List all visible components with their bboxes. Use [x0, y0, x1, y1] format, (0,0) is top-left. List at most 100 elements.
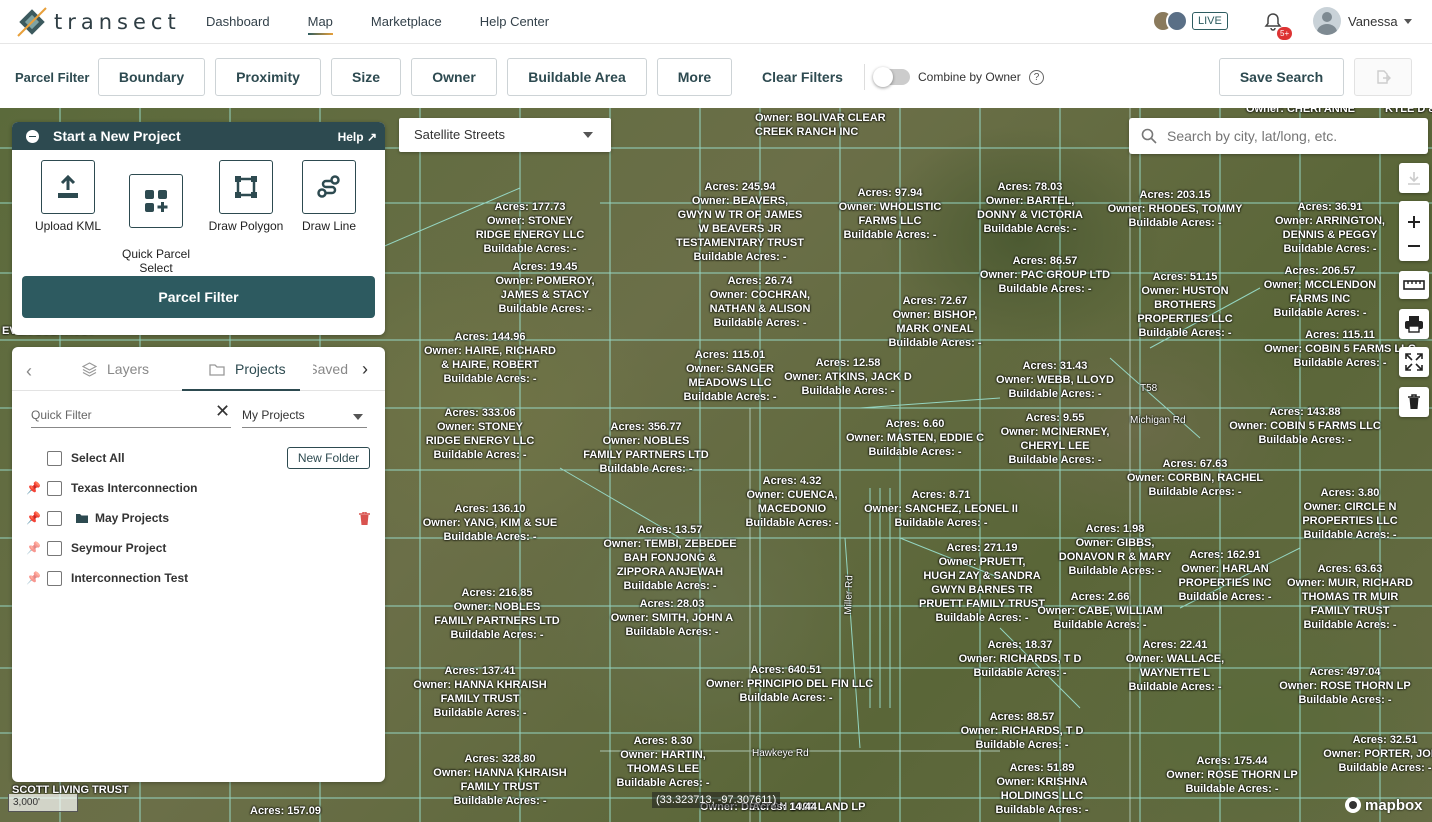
trash-icon[interactable]	[359, 511, 370, 525]
parcel-label[interactable]: Acres: 333.06 Owner: STONEY RIDGE ENERGY…	[400, 406, 560, 462]
print-button[interactable]	[1399, 309, 1429, 339]
user-menu[interactable]: Vanessa	[1313, 7, 1412, 35]
parcel-label[interactable]: Acres: 32.51 Owner: PORTER, JOHN Buildab…	[1305, 733, 1432, 775]
parcel-label-fragment[interactable]: Owner: BOLIVAR CLEAR CREEK RANCH INC	[755, 111, 886, 139]
download-button[interactable]	[1399, 163, 1429, 193]
parcel-label-fragment[interactable]: Owner: CHERI ANNE	[1246, 108, 1355, 116]
nav-marketplace[interactable]: Marketplace	[371, 14, 442, 29]
size-filter-button[interactable]: Size	[331, 58, 401, 96]
export-button[interactable]	[1354, 58, 1412, 96]
parcel-label[interactable]: Acres: 13.57 Owner: TEMBI, ZEBEDEE BAH F…	[590, 523, 750, 593]
collapse-icon[interactable]	[26, 129, 39, 143]
parcel-label[interactable]: Acres: 9.55 Owner: MCINERNEY, CHERYL LEE…	[975, 411, 1135, 467]
parcel-label[interactable]: Acres: 3.80 Owner: CIRCLE N PROPERTIES L…	[1270, 486, 1430, 542]
parcel-label[interactable]: Acres: 356.77 Owner: NOBLES FAMILY PARTN…	[566, 420, 726, 476]
zoom-out-icon[interactable]	[1407, 244, 1421, 248]
parcel-label[interactable]: Acres: 177.73 Owner: STONEY RIDGE ENERGY…	[450, 200, 610, 256]
parcel-label[interactable]: Acres: 78.03 Owner: BARTEL, DONNY & VICT…	[950, 180, 1110, 236]
map-search-input[interactable]	[1167, 128, 1407, 144]
clear-filter-icon[interactable]: ✕	[215, 401, 230, 422]
new-folder-button[interactable]: New Folder	[287, 447, 370, 469]
boundary-filter-button[interactable]: Boundary	[98, 58, 205, 96]
project-row[interactable]: 📌 Seymour Project	[12, 537, 385, 559]
help-link[interactable]: Help ↗	[338, 130, 377, 144]
chevron-right-icon[interactable]: ›	[362, 359, 368, 380]
tab-saved[interactable]: Saved	[313, 361, 348, 377]
live-collaborators[interactable]: LIVE	[1152, 10, 1228, 32]
parcel-label[interactable]: Acres: 63.63 Owner: MUIR, RICHARD THOMAS…	[1270, 562, 1430, 632]
draw-line-tool[interactable]: Draw Line	[294, 160, 364, 233]
nav-map[interactable]: Map	[307, 14, 334, 35]
upload-kml-tool[interactable]: Upload KML	[28, 160, 108, 233]
map-search[interactable]	[1129, 118, 1428, 154]
parcel-filter-button[interactable]: Parcel Filter	[22, 276, 375, 318]
parcel-label[interactable]: Acres: 86.57 Owner: PAC GROUP LTD Builda…	[965, 254, 1125, 296]
project-scope-select[interactable]: My Projects	[242, 403, 367, 428]
combine-by-owner-toggle[interactable]	[873, 67, 910, 87]
parcel-label[interactable]: Acres: 115.11 Owner: COBIN 5 FARMS LLC B…	[1260, 328, 1420, 370]
parcel-label[interactable]: Acres: 143.88 Owner: COBIN 5 FARMS LLC B…	[1225, 405, 1385, 447]
parcel-label[interactable]: Acres: 51.89 Owner: KRISHNA HOLDINGS LLC…	[962, 761, 1122, 817]
project-checkbox[interactable]	[47, 570, 62, 586]
parcel-label[interactable]: Acres: 36.91 Owner: ARRINGTON, DENNIS & …	[1250, 200, 1410, 256]
help-icon[interactable]: ?	[1029, 70, 1044, 85]
parcel-label[interactable]: Acres: 22.41 Owner: WALLACE, WAYNETTE L …	[1095, 638, 1255, 694]
pin-outline-icon[interactable]: 📌	[26, 571, 41, 585]
parcel-label[interactable]: Acres: 8.71 Owner: SANCHEZ, LEONEL II Bu…	[861, 488, 1021, 530]
parcel-label-fragment[interactable]: Acres: 157.09	[250, 804, 321, 818]
parcel-label[interactable]: Acres: 216.85 Owner: NOBLES FAMILY PARTN…	[417, 586, 577, 642]
more-filters-button[interactable]: More	[657, 58, 732, 96]
draw-polygon-button[interactable]	[219, 160, 273, 214]
parcel-label[interactable]: Acres: 72.67 Owner: BISHOP, MARK O'NEAL …	[855, 294, 1015, 350]
project-row[interactable]: 📌 Texas Interconnection	[12, 477, 385, 499]
parcel-label[interactable]: Acres: 8.30 Owner: HARTIN, THOMAS LEE Bu…	[583, 734, 743, 790]
parcel-label[interactable]: Acres: 31.43 Owner: WEBB, LLOYD Buildabl…	[975, 359, 1135, 401]
parcel-label[interactable]: Acres: 26.74 Owner: COCHRAN, NATHAN & AL…	[680, 274, 840, 330]
project-checkbox[interactable]	[47, 540, 62, 556]
parcel-label[interactable]: Acres: 328.80 Owner: HANNA KHRAISH FAMIL…	[420, 752, 580, 808]
parcel-label[interactable]: Acres: 497.04 Owner: ROSE THORN LP Build…	[1265, 665, 1425, 707]
project-row[interactable]: 📌 Interconnection Test	[12, 567, 385, 589]
parcel-label[interactable]: Acres: 6.60 Owner: MASTEN, EDDIE C Build…	[835, 417, 995, 459]
parcel-label[interactable]: Acres: 245.94 Owner: BEAVERS, GWYN W TR …	[660, 180, 820, 264]
transect-logo[interactable]: transect	[16, 4, 181, 40]
pin-outline-icon[interactable]: 📌	[26, 541, 41, 555]
buildable-area-filter-button[interactable]: Buildable Area	[507, 58, 647, 96]
proximity-filter-button[interactable]: Proximity	[215, 58, 321, 96]
draw-line-button[interactable]	[302, 160, 356, 214]
nav-help-center[interactable]: Help Center	[480, 14, 549, 29]
quick-parcel-select-tool[interactable]: Quick Parcel Select	[116, 160, 196, 275]
project-checkbox[interactable]	[47, 480, 62, 496]
parcel-label[interactable]: Acres: 640.51 Owner: PRINCIPIO DEL FIN L…	[706, 663, 873, 705]
fullscreen-button[interactable]	[1399, 347, 1429, 377]
owner-filter-button[interactable]: Owner	[411, 58, 497, 96]
clear-filters-button[interactable]: Clear Filters	[762, 69, 843, 85]
parcel-label[interactable]: Acres: 144.96 Owner: HAIRE, RICHARD & HA…	[410, 330, 570, 386]
project-folder-row[interactable]: 📌 May Projects	[12, 507, 385, 529]
nav-dashboard[interactable]: Dashboard	[206, 14, 270, 29]
parcel-label[interactable]: Acres: 28.03 Owner: SMITH, JOHN A Builda…	[592, 597, 752, 639]
delete-drawing-button[interactable]	[1399, 387, 1429, 417]
chevron-left-icon[interactable]: ‹	[26, 361, 32, 382]
parcel-label[interactable]: Acres: 175.44 Owner: ROSE THORN LP Build…	[1152, 754, 1312, 796]
select-all-checkbox[interactable]	[47, 450, 62, 466]
parcel-label[interactable]: Acres: 206.57 Owner: MCCLENDON FARMS INC…	[1240, 264, 1400, 320]
measure-button[interactable]	[1399, 271, 1429, 299]
parcel-label[interactable]: Acres: 4.32 Owner: CUENCA, MACEDONIO Bui…	[712, 474, 872, 530]
quick-filter-input[interactable]: Quick Filter	[31, 403, 231, 428]
draw-polygon-tool[interactable]: Draw Polygon	[204, 160, 288, 233]
zoom-in-icon[interactable]	[1407, 215, 1421, 229]
parcel-label-fragment[interactable]: KYLE D & MO	[1385, 108, 1432, 116]
parcel-label[interactable]: Acres: 137.41 Owner: HANNA KHRAISH FAMIL…	[400, 664, 560, 720]
folder-checkbox[interactable]	[47, 510, 62, 526]
mapbox-attribution[interactable]: mapbox	[1344, 796, 1423, 814]
tab-projects[interactable]: Projects	[209, 361, 286, 377]
save-search-button[interactable]: Save Search	[1219, 58, 1344, 96]
parcel-label[interactable]: Acres: 18.37 Owner: RICHARDS, T D Builda…	[940, 638, 1100, 680]
parcel-label[interactable]: Acres: 67.63 Owner: CORBIN, RACHEL Build…	[1115, 457, 1275, 499]
parcel-label[interactable]: Acres: 88.57 Owner: RICHARDS, T D Builda…	[942, 710, 1102, 752]
parcel-label[interactable]: Acres: 2.66 Owner: CABE, WILLIAM Buildab…	[1020, 590, 1180, 632]
tab-layers[interactable]: Layers	[82, 361, 149, 377]
basemap-select[interactable]: Satellite Streets	[399, 118, 611, 152]
quick-parcel-select-button[interactable]	[129, 174, 183, 228]
